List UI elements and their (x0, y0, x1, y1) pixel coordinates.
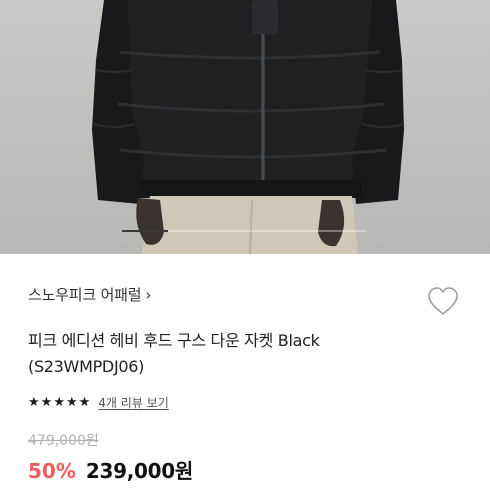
product-title-line1: 피크 에디션 헤비 후드 구스 다운 자켓 Black (28, 331, 320, 350)
image-slide-indicator (122, 230, 366, 232)
product-image[interactable] (0, 0, 490, 254)
product-title: 피크 에디션 헤비 후드 구스 다운 자켓 Black (S23WMPDJ06) (28, 328, 448, 380)
jacket-photo (92, 0, 405, 254)
star-icon: ★ (78, 394, 91, 410)
slide-indicator-progress (122, 230, 169, 232)
price-row: 50% 239,000원 (28, 455, 193, 484)
star-icon: ★ (65, 394, 78, 410)
rating-row: ★ ★ ★ ★ ★ 4개 리뷰 보기 (28, 394, 169, 411)
review-link[interactable]: 4개 리뷰 보기 (98, 394, 168, 411)
star-icon: ★ (40, 394, 53, 410)
sale-price: 239,000원 (85, 459, 193, 483)
discount-rate: 50% (28, 459, 76, 483)
brand-link[interactable]: 스노우피크 어패럴 › (28, 284, 151, 305)
star-rating: ★ ★ ★ ★ ★ (28, 394, 91, 410)
product-title-line2: (S23WMPDJ06) (28, 357, 145, 376)
original-price: 479,000원 (28, 433, 99, 449)
star-icon: ★ (28, 394, 40, 410)
wishlist-button[interactable] (424, 283, 462, 319)
brand-name: 스노우피크 어패럴 (28, 286, 142, 304)
heart-outline-icon (428, 287, 458, 315)
chevron-right-icon: › (145, 285, 152, 304)
star-icon: ★ (53, 394, 65, 410)
